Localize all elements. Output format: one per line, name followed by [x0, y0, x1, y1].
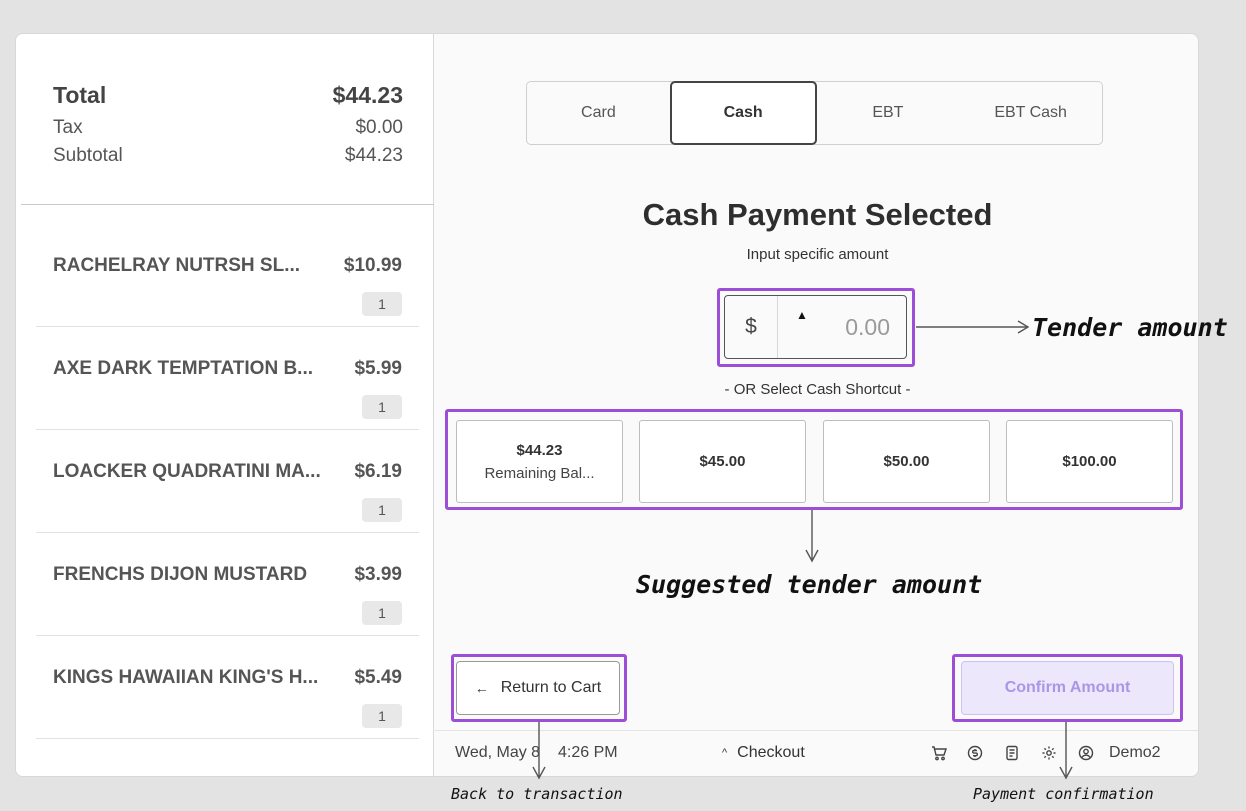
- annotation-arrows: [532, 320, 1073, 780]
- annotation-tender-amount: Tender amount: [1032, 313, 1228, 342]
- annotation-back-to-transaction: Back to transaction: [451, 785, 623, 803]
- annotation-suggested-tender: Suggested tender amount: [636, 570, 983, 599]
- annotation-payment-confirmation: Payment confirmation: [973, 785, 1154, 803]
